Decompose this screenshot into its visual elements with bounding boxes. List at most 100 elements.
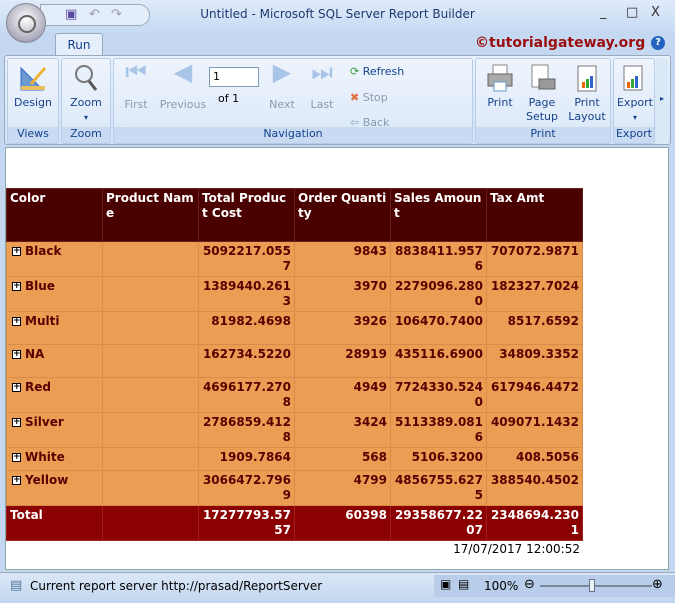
cell-text: 7724330.5240 [394,380,483,409]
expand-icon[interactable]: + [12,282,21,291]
table-row: + Black 5092217.0557 9843 8838411.9576 707072… [6,241,583,277]
data-cell: 162734.5220 [198,344,295,378]
expand-icon[interactable]: + [12,247,21,256]
data-cell [102,505,199,541]
cell-text: 2786859.4128 [202,415,291,444]
zoom-button[interactable]: Zoom ▾ [64,63,108,125]
data-cell: 4856755.6275 [390,470,487,506]
cell-text: 182327.7024 [490,279,579,293]
zoom-slider[interactable] [540,585,652,587]
data-cell: 81982.4698 [198,311,295,345]
data-cell: 4799 [294,470,391,506]
zoom-slider-thumb[interactable] [589,579,595,592]
color-cell: + Red [6,377,103,413]
data-cell [102,344,199,378]
cell-text: 106470.7400 [394,314,483,328]
refresh-label: Refresh [362,65,405,78]
design-icon [20,66,46,91]
expand-icon[interactable]: + [12,350,21,359]
previous-icon: ◀ [173,58,193,86]
print-layout-button[interactable]: Print Layout [566,63,608,124]
cell-text: 162734.5220 [202,347,291,361]
watermark: ©tutorialgateway.org [475,35,646,51]
dropdown-arrow-icon: ▾ [632,113,637,122]
cell-text: 388540.4502 [490,473,579,487]
cell-text: 2348694.2301 [490,508,579,537]
data-cell: 34809.3352 [486,344,583,378]
last-button[interactable]: ⏭ Last [304,60,340,112]
cell-text: 28919 [345,347,387,361]
data-cell: 182327.7024 [486,276,583,312]
data-cell: 3066472.7969 [198,470,295,506]
data-cell: 7724330.5240 [390,377,487,413]
page-setup-label: Page Setup [525,96,559,123]
tab-run[interactable]: Run [55,33,103,55]
refresh-button[interactable]: ⟳ Refresh [350,65,404,79]
next-icon: ▶ [272,58,292,86]
print-button[interactable]: Print [480,63,520,110]
print-group-label: Print [476,127,610,143]
data-cell [102,241,199,277]
next-button[interactable]: ▶ Next [264,58,300,112]
cell-text: 408.5056 [515,450,579,464]
layout-icon[interactable]: ▤ [458,577,469,591]
page-number-input[interactable]: 1 [209,67,259,87]
cell-text: Silver [25,415,64,429]
stop-button[interactable]: ✖ Stop [350,91,388,105]
color-cell: + Multi [6,311,103,345]
status-text: Current report server http://prasad/Repo… [30,579,323,593]
application-button[interactable] [6,3,46,43]
cell-text: 17277793.5757 [202,508,291,537]
view-icon[interactable]: ▣ [440,577,451,591]
page-count: of 1 [218,92,239,106]
expand-icon[interactable]: + [12,383,21,392]
maximize-button[interactable]: □ [626,5,638,20]
expand-icon[interactable]: + [12,476,21,485]
report-table: Color Product Name Total Product Cost Order… [6,188,583,541]
cell-text: 617946.4472 [490,380,579,394]
cell-text: 8517.6592 [507,314,579,328]
header-row: Color Product Name Total Product Cost Order… [6,188,583,242]
color-cell: + Yellow [6,470,103,506]
first-label: First [124,98,148,111]
expand-icon[interactable]: + [12,418,21,427]
ribbon: Design Views Zoom ▾ Zoom ⏮ First ◀ Previous… [4,55,671,145]
data-cell: 17277793.5757 [198,505,295,541]
cell-text: 9843 [353,244,387,258]
data-cell: 28919 [294,344,391,378]
cell-text: 81982.4698 [211,314,291,328]
design-button[interactable]: Design [10,63,56,110]
data-cell [102,377,199,413]
ribbon-scroll-right[interactable]: ▸ [656,58,668,144]
cell-text: Blue [25,279,55,293]
print-layout-label: Print Layout [568,96,606,123]
print-label: Print [487,96,513,109]
expand-icon[interactable]: + [12,453,21,462]
cell-text: 60398 [345,508,387,522]
color-cell: + NA [6,344,103,378]
data-cell: 3424 [294,412,391,448]
export-label: Export [616,96,653,109]
previous-button[interactable]: ◀ Previous [158,58,208,112]
data-cell: 5106.3200 [390,447,487,471]
views-group: Design Views [7,58,59,144]
zoom-level: 100% [484,579,519,593]
total-pages: 1 [232,92,240,105]
server-icon: ▤ [10,578,23,593]
close-button[interactable]: X [651,5,660,20]
zoom-out-button[interactable]: ⊖ [524,577,535,592]
page-setup-button[interactable]: Page Setup [522,63,562,124]
cell-text: 568 [361,450,387,464]
help-icon[interactable]: ? [651,36,665,50]
minimize-button[interactable]: _ [600,5,607,20]
cell-text: Black [25,244,62,258]
expand-icon[interactable]: + [12,317,21,326]
zoom-in-button[interactable]: ⊕ [652,577,663,592]
cell-text: Red [25,380,51,394]
table-row: + Red 4696177.2708 4949 7724330.5240 617946.4… [6,377,583,413]
first-button[interactable]: ⏮ First [118,60,154,112]
export-button[interactable]: Export ▾ [616,63,654,125]
views-group-label: Views [8,127,58,143]
data-cell: 2279096.2800 [390,276,487,312]
navigation-group: ⏮ First ◀ Previous 1 of 1 ▶ Next ⏭ Last ⟳ Re… [113,58,473,144]
